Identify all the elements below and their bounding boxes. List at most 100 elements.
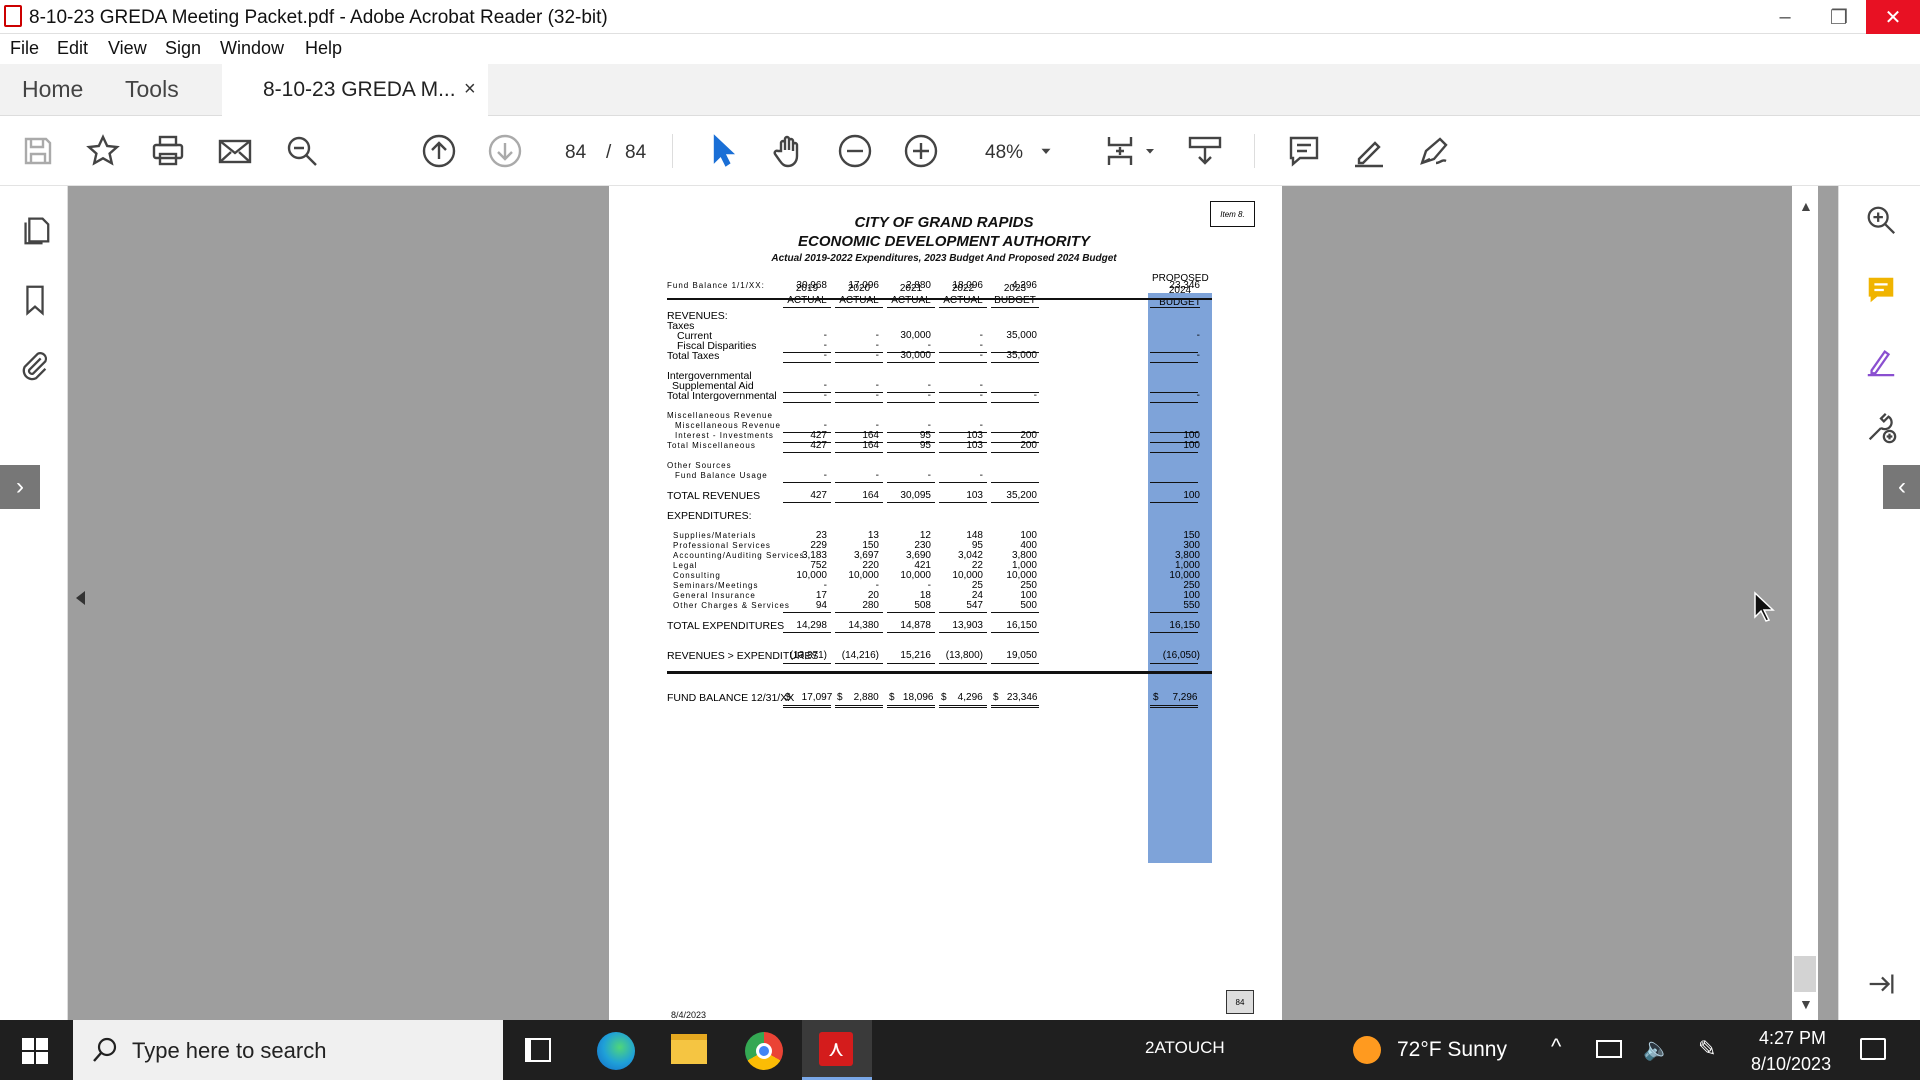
fit-dropdown-chevron-icon[interactable] [1140,130,1160,172]
row-label: Total Taxes [667,350,720,362]
row-label: Fund Balance 1/1/XX: [667,281,765,290]
table-cell: 14,380 [848,620,879,631]
cell-underline [887,482,935,483]
menu-sign[interactable]: Sign [165,38,201,59]
bookmarks-icon[interactable] [15,280,55,320]
footer-date: 8/4/2023 [671,1010,707,1020]
minimize-button[interactable]: – [1758,0,1812,34]
more-tools-icon[interactable] [1861,408,1901,448]
print-icon[interactable] [147,130,189,172]
chrome-browser-icon[interactable] [745,1032,783,1070]
highlight-pen-icon[interactable] [1348,130,1390,172]
menu-help[interactable]: Help [305,38,342,59]
scroll-mode-icon[interactable] [1184,130,1226,172]
table-cell: $ 2,880 [837,692,879,703]
collapse-pane-icon[interactable] [1861,964,1901,1004]
footer-page-box: 84 [1226,990,1254,1014]
zoom-dropdown-chevron-icon[interactable] [1034,130,1058,172]
zoom-level-select[interactable]: 48% [985,142,1023,164]
clock-time[interactable]: 4:27 PM [1759,1028,1826,1049]
hand-tool-icon[interactable] [768,130,810,172]
pen-ink-icon[interactable]: ✎ [1698,1036,1716,1062]
cell-underline [939,632,987,633]
bookmark-star-icon[interactable] [82,130,124,172]
close-window-button[interactable]: ✕ [1866,0,1920,34]
table-cell: 280 [862,600,879,611]
zoom-in-icon[interactable] [900,130,942,172]
cell-underline [939,663,987,664]
taskbar-app-label[interactable]: 2ATOUCH [1145,1038,1225,1058]
page-number-input[interactable]: 84 [565,142,586,164]
table-cell: 35,200 [1006,490,1037,501]
select-cursor-icon[interactable] [702,130,744,172]
scroll-down-arrow-icon[interactable]: ▼ [1799,996,1813,1012]
cell-underline [991,402,1039,403]
sign-pen-icon[interactable] [1413,130,1455,172]
network-icon[interactable] [1596,1040,1622,1058]
start-windows-icon[interactable] [22,1038,48,1064]
page-thumbnails-icon[interactable] [15,210,55,250]
zoom-out-icon[interactable] [834,130,876,172]
file-explorer-icon[interactable] [671,1034,707,1064]
fill-sign-icon[interactable] [1861,341,1901,381]
comment-icon[interactable] [1283,130,1325,172]
tray-chevron-up-icon[interactable]: ^ [1551,1034,1561,1060]
notifications-icon[interactable] [1860,1038,1886,1060]
previous-page-icon[interactable] [418,130,460,172]
cell-underline [783,612,831,613]
taskbar-search-box[interactable]: Type here to search [73,1020,503,1080]
save-icon[interactable] [17,130,59,172]
find-search-icon[interactable] [281,130,323,172]
left-scroll-arrow-icon[interactable] [76,591,85,605]
edge-browser-icon[interactable] [597,1032,635,1070]
cell-underline [835,663,883,664]
cell-underline [783,402,831,403]
scroll-up-arrow-icon[interactable]: ▲ [1799,198,1813,214]
tab-close-icon[interactable]: × [464,78,476,101]
weather-text[interactable]: 72°F Sunny [1397,1038,1507,1062]
table-cell: - [1196,390,1200,401]
menu-view[interactable]: View [108,38,147,59]
menu-file[interactable]: File [10,38,39,59]
table-cell: 35,000 [1006,350,1037,361]
cell-underline [887,632,935,633]
email-icon[interactable] [214,130,256,172]
vertical-scrollbar[interactable]: ▲ ▼ [1792,186,1818,1020]
next-page-icon[interactable] [484,130,526,172]
menu-bar: File Edit View Sign Window Help [0,34,1920,64]
cell-underline [887,705,935,708]
cell-underline [991,502,1039,503]
task-view-icon[interactable] [525,1038,551,1062]
volume-icon[interactable]: 🔈 [1643,1036,1670,1062]
collapse-right-panel-button[interactable]: ‹ [1883,465,1920,509]
table-cell: 14,878 [900,620,931,631]
restore-button[interactable]: ❐ [1812,0,1866,34]
menu-window[interactable]: Window [220,38,284,59]
table-cell: (13,800) [945,650,983,661]
tab-home[interactable]: Home [22,76,83,103]
scroll-thumb[interactable] [1794,956,1816,992]
zoom-magnifier-icon[interactable] [1861,200,1901,240]
table-cell: - [1196,330,1200,341]
row-label: Supplies/Materials [673,531,757,540]
table-cell: - [927,470,931,481]
tab-tools[interactable]: Tools [125,76,179,103]
cell-underline [887,402,935,403]
header-underline [835,307,883,308]
acrobat-taskbar-button[interactable]: ⋏ [802,1020,872,1080]
row-label: FUND BALANCE 12/31/XX [667,692,795,704]
cell-underline [1150,362,1198,363]
menu-edit[interactable]: Edit [57,38,88,59]
toolbar: 84 / 84 48% [0,116,1920,186]
table-cell: 16,150 [1169,620,1200,631]
tab-document[interactable]: 8-10-23 GREDA M... × [222,64,488,116]
table-cell: - [823,350,827,361]
expand-left-panel-button[interactable]: › [0,465,40,509]
table-cell: 35,000 [1006,330,1037,341]
attachments-paperclip-icon[interactable] [15,346,55,386]
comment-tool-icon[interactable] [1861,270,1901,310]
clock-date[interactable]: 8/10/2023 [1751,1054,1831,1075]
table-cell: 550 [1183,600,1200,611]
fit-page-icon[interactable] [1100,130,1142,172]
cell-underline [835,632,883,633]
